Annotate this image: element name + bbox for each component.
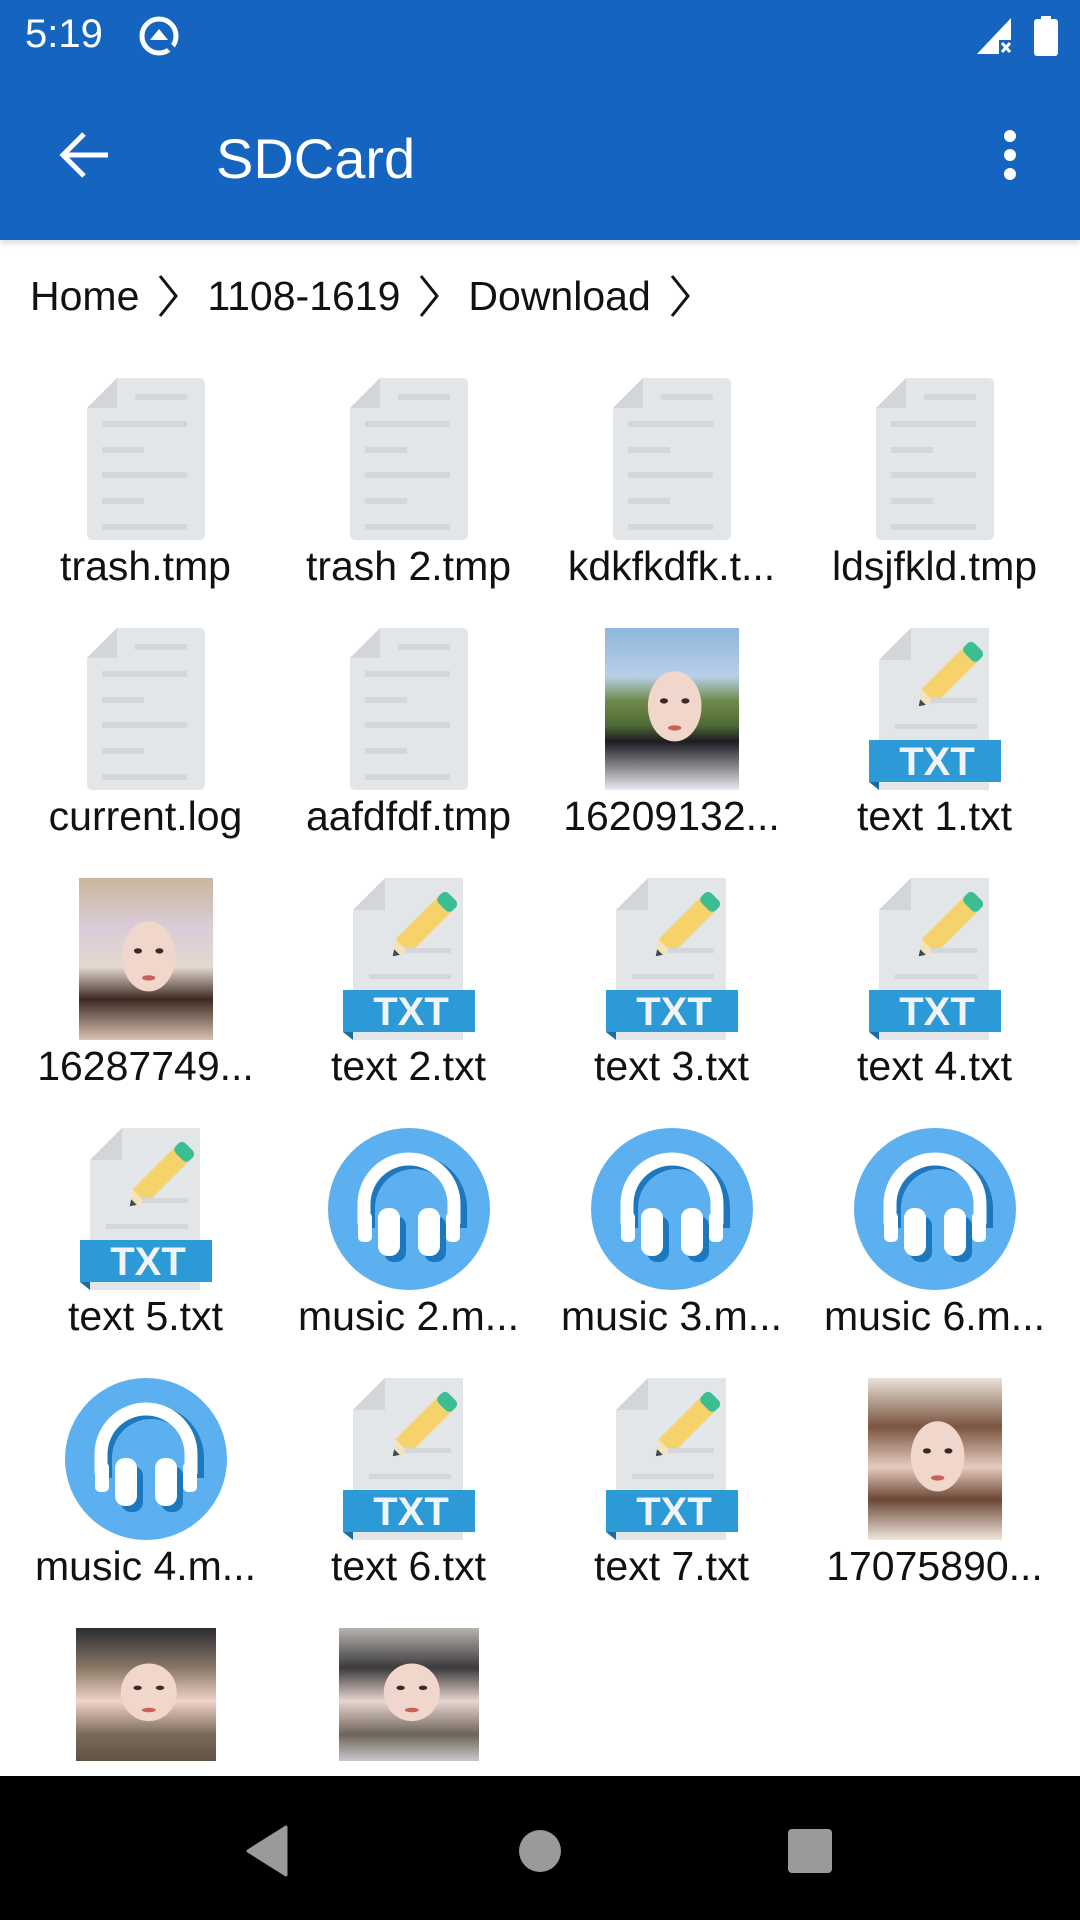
txt-file-icon: TXT: [79, 1128, 212, 1290]
battery-full-icon: [1034, 16, 1058, 56]
txt-file-icon: TXT: [342, 878, 475, 1040]
svg-text:TXT: TXT: [373, 990, 449, 1034]
svg-text:TXT: TXT: [373, 1490, 449, 1534]
nav-back-button[interactable]: [232, 1816, 302, 1886]
music-file-icon: [853, 1128, 1016, 1290]
arrow-left-icon: [59, 132, 108, 178]
more-options-button[interactable]: [985, 120, 1035, 190]
file-name: text 7.txt: [594, 1543, 749, 1589]
back-button[interactable]: [50, 120, 120, 190]
file-item[interactable]: kdkfkdfk.t...: [540, 378, 803, 628]
image-thumbnail: [338, 1628, 479, 1761]
txt-file-icon: TXT: [868, 878, 1001, 1040]
chevron-right-icon: [420, 275, 440, 317]
breadcrumb-download[interactable]: Download: [468, 273, 650, 320]
file-name: music 2.m...: [298, 1293, 519, 1339]
file-item[interactable]: TXT text 4.txt: [803, 878, 1066, 1128]
txt-file-icon: TXT: [868, 628, 1001, 790]
q-logo-icon: [139, 16, 179, 56]
txt-file-icon: TXT: [342, 1378, 475, 1540]
txt-file-icon: TXT: [605, 878, 738, 1040]
file-name: text 6.txt: [331, 1543, 486, 1589]
music-file-icon: [64, 1378, 227, 1540]
document-icon: [86, 628, 205, 790]
file-name: 17075890...: [826, 1543, 1043, 1589]
nav-home-icon: [519, 1830, 561, 1872]
file-item[interactable]: TXT text 7.txt: [540, 1378, 803, 1628]
file-name: music 4.m...: [35, 1543, 256, 1589]
file-item[interactable]: trash 2.tmp: [277, 378, 540, 628]
file-name: music 3.m...: [561, 1293, 782, 1339]
txt-file-icon: TXT: [605, 1378, 738, 1540]
music-file-icon: [590, 1128, 753, 1290]
file-name: music 6.m...: [824, 1293, 1045, 1339]
image-thumbnail: [75, 1628, 216, 1761]
file-name: text 1.txt: [857, 793, 1012, 839]
file-name: text 4.txt: [857, 1043, 1012, 1089]
breadcrumb-1108-1619[interactable]: 1108-1619: [207, 273, 400, 320]
file-name: current.log: [48, 793, 243, 839]
file-item[interactable]: current.log: [14, 628, 277, 878]
file-item[interactable]: music 3.m...: [540, 1128, 803, 1378]
navigation-bar: [0, 1776, 1080, 1920]
file-item[interactable]: ldsjfkld.tmp: [803, 378, 1066, 628]
chevron-right-icon: [670, 275, 690, 317]
file-item[interactable]: music 4.m...: [14, 1378, 277, 1628]
file-name: 16209132...: [563, 793, 780, 839]
image-thumbnail: [867, 1378, 1002, 1540]
file-item[interactable]: music 6.m...: [803, 1128, 1066, 1378]
nav-home-button[interactable]: [505, 1816, 575, 1886]
nav-recents-icon: [788, 1829, 832, 1873]
file-item[interactable]: TXT text 1.txt: [803, 628, 1066, 878]
file-item[interactable]: TXT text 2.txt: [277, 878, 540, 1128]
image-thumbnail: [78, 878, 213, 1040]
status-bar: 5:19: [0, 0, 1080, 70]
status-time: 5:19: [25, 12, 103, 56]
svg-text:TXT: TXT: [110, 1240, 186, 1284]
nav-back-icon: [246, 1825, 288, 1877]
svg-text:TXT: TXT: [899, 740, 975, 784]
document-icon: [612, 378, 731, 540]
svg-text:TXT: TXT: [636, 990, 712, 1034]
svg-text:TXT: TXT: [636, 1490, 712, 1534]
file-item[interactable]: TXT text 5.txt: [14, 1128, 277, 1378]
music-file-icon: [327, 1128, 490, 1290]
file-item[interactable]: trash.tmp: [14, 378, 277, 628]
file-name: trash 2.tmp: [305, 543, 512, 589]
breadcrumb: Home 1108-1619 Download: [30, 268, 719, 324]
nav-recents-button[interactable]: [775, 1816, 845, 1886]
chevron-right-icon: [159, 275, 179, 317]
file-name: aafdfdf.tmp: [305, 793, 512, 839]
document-icon: [86, 378, 205, 540]
signal-no-service-icon: [977, 18, 1012, 54]
document-icon: [349, 378, 468, 540]
file-item[interactable]: 16209132...: [540, 628, 803, 878]
file-item[interactable]: music 2.m...: [277, 1128, 540, 1378]
file-name: text 2.txt: [331, 1043, 486, 1089]
app-toolbar: SDCard: [0, 70, 1080, 240]
file-item[interactable]: aafdfdf.tmp: [277, 628, 540, 878]
file-name: trash.tmp: [60, 543, 231, 589]
document-icon: [349, 628, 468, 790]
file-name: ldsjfkld.tmp: [831, 543, 1038, 589]
file-item[interactable]: 17075890...: [803, 1378, 1066, 1628]
file-name: 16287749...: [37, 1043, 254, 1089]
file-item[interactable]: TXT text 6.txt: [277, 1378, 540, 1628]
breadcrumb-home[interactable]: Home: [30, 273, 139, 320]
image-thumbnail: [604, 628, 739, 790]
file-name: text 5.txt: [68, 1293, 223, 1339]
svg-text:TXT: TXT: [899, 990, 975, 1034]
more-vert-icon: [1004, 130, 1016, 180]
toolbar-title: SDCard: [216, 127, 416, 190]
file-item[interactable]: 16287749...: [14, 878, 277, 1128]
file-name: kdkfkdfk.t...: [567, 543, 776, 589]
file-name: text 3.txt: [594, 1043, 749, 1089]
file-item[interactable]: TXT text 3.txt: [540, 878, 803, 1128]
document-icon: [875, 378, 994, 540]
